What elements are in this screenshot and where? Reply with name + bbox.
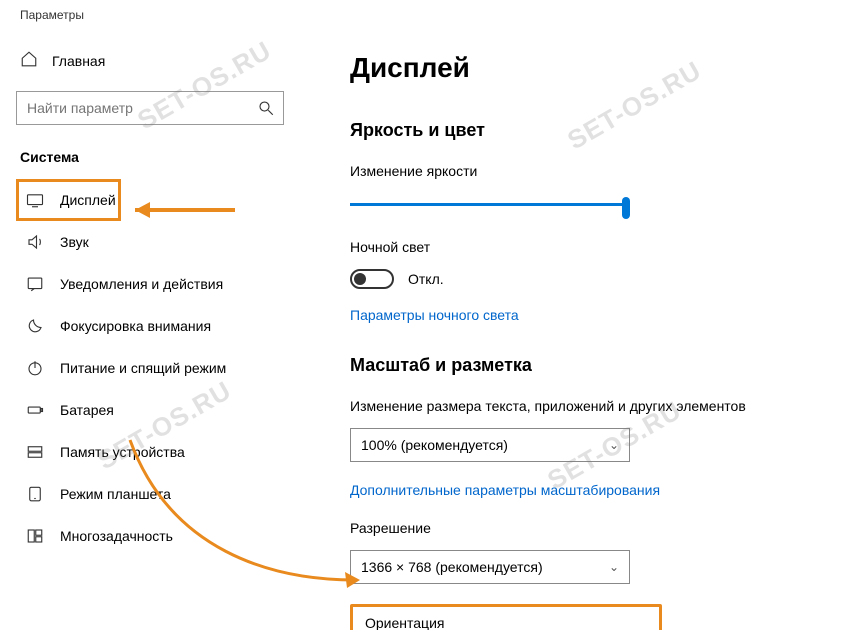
search-input[interactable] [16, 91, 284, 125]
orientation-label: Ориентация [365, 615, 647, 630]
tablet-icon [26, 485, 44, 503]
sidebar-item-tablet[interactable]: Режим планшета [16, 473, 284, 515]
night-light-settings-link[interactable]: Параметры ночного света [350, 307, 830, 323]
sound-icon [26, 233, 44, 251]
toggle-knob [354, 273, 366, 285]
sidebar-item-label: Звук [60, 234, 89, 250]
sidebar-item-label: Многозадачность [60, 528, 173, 544]
resolution-select[interactable]: 1366 × 768 (рекомендуется) ⌄ [350, 550, 630, 584]
sidebar-home[interactable]: Главная [16, 42, 284, 91]
scale-select[interactable]: 100% (рекомендуется) ⌄ [350, 428, 630, 462]
sidebar-item-notifications[interactable]: Уведомления и действия [16, 263, 284, 305]
sidebar-item-storage[interactable]: Память устройства [16, 431, 284, 473]
sidebar-item-label: Режим планшета [60, 486, 171, 502]
sidebar-nav: Дисплей Звук Уведомления и действия [16, 179, 284, 557]
multitask-icon [26, 527, 44, 545]
chevron-down-icon: ⌄ [609, 438, 619, 452]
sidebar-item-display[interactable]: Дисплей [16, 179, 121, 221]
night-light-state: Откл. [408, 271, 444, 287]
slider-thumb[interactable] [622, 197, 630, 219]
sidebar-group-title: Система [16, 149, 284, 179]
chevron-down-icon: ⌄ [609, 560, 619, 574]
sidebar-home-label: Главная [52, 53, 105, 69]
storage-icon [26, 443, 44, 461]
sidebar-item-label: Уведомления и действия [60, 276, 223, 292]
resolution-value: 1366 × 768 (рекомендуется) [361, 559, 543, 575]
page-title: Дисплей [350, 52, 830, 84]
display-icon [26, 191, 44, 209]
focus-icon [26, 317, 44, 335]
search-icon [257, 99, 275, 122]
search-field[interactable] [27, 100, 249, 116]
sidebar-item-sound[interactable]: Звук [16, 221, 284, 263]
scale-value: 100% (рекомендуется) [361, 437, 508, 453]
sidebar-item-focus[interactable]: Фокусировка внимания [16, 305, 284, 347]
sidebar: Главная Система Дисплей [0, 22, 300, 630]
night-light-toggle[interactable] [350, 269, 394, 289]
battery-icon [26, 401, 44, 419]
sidebar-item-multitask[interactable]: Многозадачность [16, 515, 284, 557]
slider-track [350, 203, 630, 206]
brightness-label: Изменение яркости [350, 163, 830, 179]
sidebar-item-label: Дисплей [60, 192, 116, 208]
resolution-label: Разрешение [350, 520, 830, 536]
home-icon [20, 50, 38, 71]
scale-label: Изменение размера текста, приложений и д… [350, 398, 830, 414]
notifications-icon [26, 275, 44, 293]
main-panel: Дисплей Яркость и цвет Изменение яркости… [300, 22, 850, 630]
sidebar-item-label: Память устройства [60, 444, 185, 460]
night-light-label: Ночной свет [350, 239, 830, 255]
sidebar-item-power[interactable]: Питание и спящий режим [16, 347, 284, 389]
brightness-slider[interactable] [350, 193, 630, 217]
window-title: Параметры [0, 0, 850, 22]
section-scale-heading: Масштаб и разметка [350, 355, 830, 376]
sidebar-item-label: Батарея [60, 402, 114, 418]
power-icon [26, 359, 44, 377]
section-brightness-heading: Яркость и цвет [350, 120, 830, 141]
orientation-highlight: Ориентация Альбомная ⌄ [350, 604, 662, 630]
sidebar-item-label: Фокусировка внимания [60, 318, 211, 334]
sidebar-item-label: Питание и спящий режим [60, 360, 226, 376]
advanced-scaling-link[interactable]: Дополнительные параметры масштабирования [350, 482, 830, 498]
sidebar-item-battery[interactable]: Батарея [16, 389, 284, 431]
